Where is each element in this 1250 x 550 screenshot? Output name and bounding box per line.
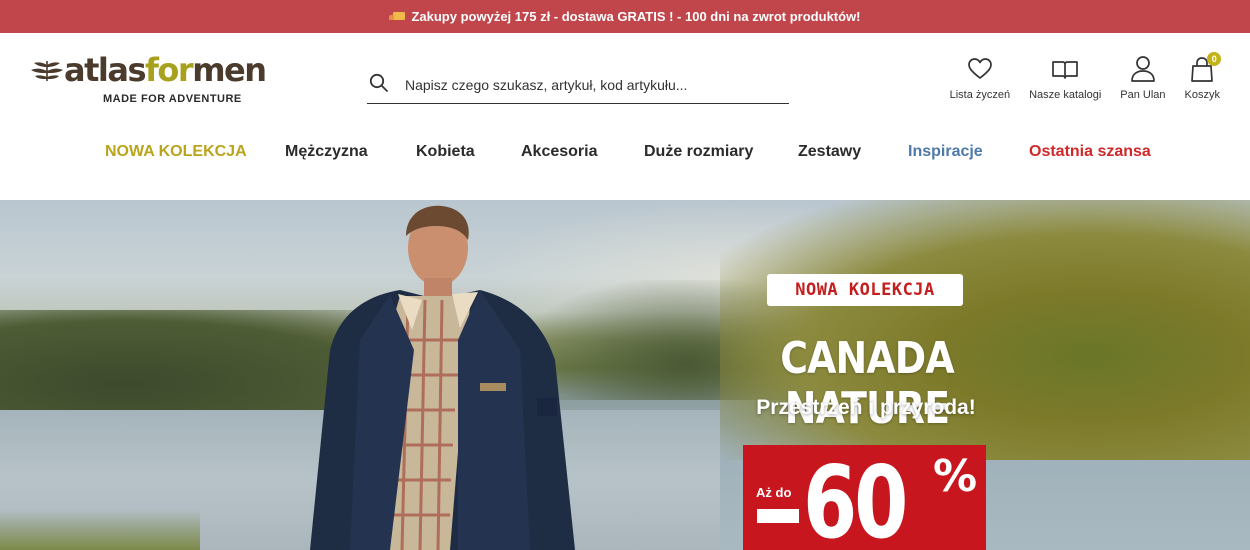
cart-button[interactable]: 0 Koszyk: [1184, 52, 1222, 101]
nav-item-big-sizes[interactable]: Duże rozmiary: [644, 143, 753, 161]
catalogs-label: Nasze katalogi: [1029, 89, 1102, 101]
nav-item-men[interactable]: Mężczyzna: [285, 143, 368, 161]
wishlist-button[interactable]: Lista życzeń: [949, 55, 1011, 101]
account-button[interactable]: Pan Ulan: [1120, 55, 1166, 101]
discount-prefix: Aż do: [756, 485, 792, 500]
search-bar[interactable]: [367, 67, 789, 104]
account-label: Pan Ulan: [1120, 89, 1166, 101]
book-icon: [1051, 55, 1079, 83]
announcement-text: Zakupy powyżej 175 zł - dostawa GRATIS !…: [411, 9, 861, 24]
truck-icon: [389, 11, 406, 22]
main-navigation: NOWA KOLEKCJA Mężczyzna Kobieta Akcesori…: [0, 143, 1250, 165]
discount-value: 60: [803, 444, 908, 550]
cart-label: Koszyk: [1184, 89, 1220, 101]
shopping-bag-icon: 0: [1190, 52, 1222, 83]
hero-banner[interactable]: NOWA KOLEKCJA CANADA NATURE Przestrzeń i…: [0, 200, 1250, 550]
minus-sign: [757, 509, 799, 523]
hero-model-image: [310, 205, 575, 550]
leaf-icon: [31, 61, 63, 81]
header-tools: Lista życzeń Nasze katalogi Pan Ulan 0 K…: [949, 52, 1222, 101]
nav-item-accessories[interactable]: Akcesoria: [521, 143, 598, 161]
catalogs-button[interactable]: Nasze katalogi: [1029, 55, 1101, 101]
nav-item-inspiration[interactable]: Inspiracje: [908, 143, 983, 161]
nav-item-last-chance[interactable]: Ostatnia szansa: [1029, 143, 1151, 161]
site-logo[interactable]: atlasformen MADE FOR ADVENTURE: [30, 51, 290, 111]
discount-badge[interactable]: Aż do 60 %: [743, 445, 986, 550]
cart-count-badge: 0: [1207, 52, 1222, 66]
heart-icon: [967, 55, 993, 83]
user-icon: [1130, 55, 1156, 83]
search-input[interactable]: [405, 77, 785, 93]
logo-tagline: MADE FOR ADVENTURE: [103, 93, 242, 105]
percent-sign: %: [933, 451, 978, 502]
logo-wordmark: atlasformen: [64, 51, 267, 89]
site-header: atlasformen MADE FOR ADVENTURE Lista życ…: [0, 33, 1250, 200]
announcement-bar: Zakupy powyżej 175 zł - dostawa GRATIS !…: [0, 0, 1250, 33]
hero-subtitle: Przestrzeń i przyroda!: [756, 396, 976, 419]
wishlist-label: Lista życzeń: [949, 89, 1011, 101]
nav-item-women[interactable]: Kobieta: [416, 143, 475, 161]
nav-item-sets[interactable]: Zestawy: [798, 143, 861, 161]
search-icon[interactable]: [367, 73, 397, 98]
hero-reeds: [0, 510, 200, 550]
new-collection-badge: NOWA KOLEKCJA: [767, 274, 963, 306]
nav-item-new-collection[interactable]: NOWA KOLEKCJA: [105, 143, 247, 161]
